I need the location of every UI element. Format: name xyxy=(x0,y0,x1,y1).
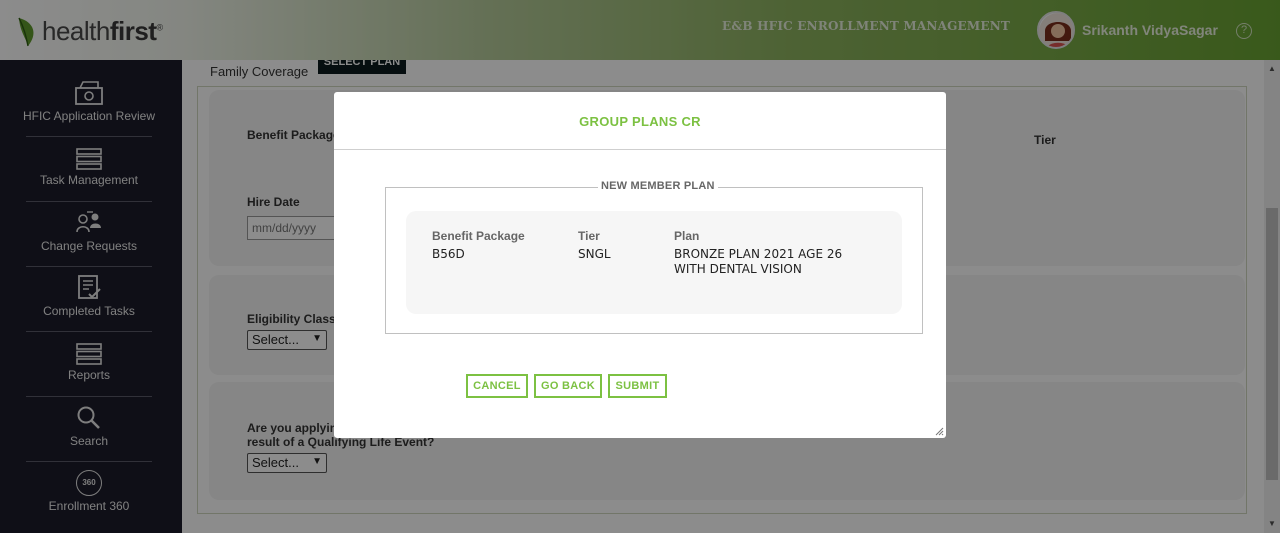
tier-label: Tier xyxy=(578,229,600,243)
new-member-plan-fieldset: NEW MEMBER PLAN Benefit Package B56D Tie… xyxy=(385,180,923,334)
plan-value: BRONZE PLAN 2021 AGE 26 WITH DENTAL VISI… xyxy=(674,247,843,276)
plan-summary-card: Benefit Package B56D Tier SNGL Plan BRON… xyxy=(406,211,902,314)
group-plans-modal: GROUP PLANS CR NEW MEMBER PLAN Benefit P… xyxy=(334,92,946,438)
benefit-package-label: Benefit Package xyxy=(432,229,525,243)
submit-button[interactable]: SUBMIT xyxy=(608,374,667,398)
modal-divider xyxy=(334,149,946,150)
plan-label: Plan xyxy=(674,229,700,243)
modal-title: GROUP PLANS CR xyxy=(579,114,701,129)
tier-value: SNGL xyxy=(578,247,611,261)
resize-grip-icon[interactable] xyxy=(934,426,944,436)
go-back-button[interactable]: GO BACK xyxy=(534,374,602,398)
cancel-button[interactable]: CANCEL xyxy=(466,374,528,398)
benefit-package-value: B56D xyxy=(432,247,465,261)
fieldset-legend: NEW MEMBER PLAN xyxy=(598,180,718,192)
